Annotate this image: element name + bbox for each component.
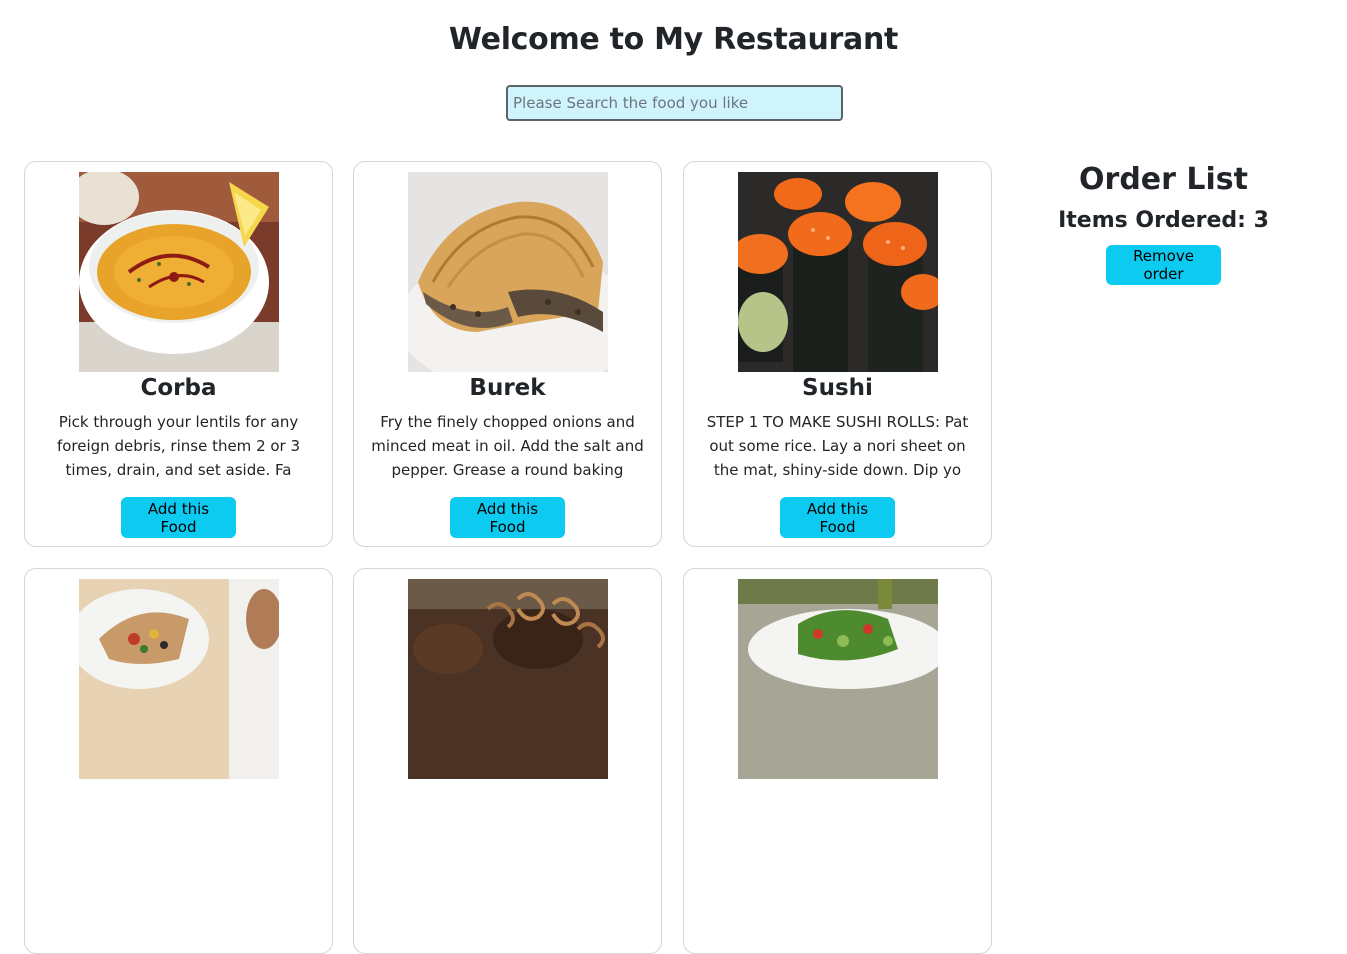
- food-card: [683, 568, 992, 954]
- food-card-corba: Corba Pick through your lentils for any …: [24, 161, 333, 547]
- food-image-corba: [79, 172, 279, 372]
- food-name: Burek: [469, 375, 546, 401]
- remove-order-button[interactable]: Remove order: [1106, 245, 1221, 285]
- add-food-button[interactable]: Add this Food: [780, 497, 895, 538]
- food-description: Pick through your lentils for any foreig…: [56, 413, 301, 479]
- food-card-burek: Burek Fry the finely chopped onions and …: [353, 161, 662, 547]
- food-image: [408, 579, 608, 779]
- food-card-sushi: Sushi STEP 1 TO MAKE SUSHI ROLLS: Pat ou…: [683, 161, 992, 547]
- food-image: [738, 579, 938, 779]
- items-ordered-count: Items Ordered: 3: [1058, 208, 1269, 233]
- food-card: [353, 568, 662, 954]
- food-description: STEP 1 TO MAKE SUSHI ROLLS: Pat out some…: [706, 413, 969, 479]
- food-image-sushi: [738, 172, 938, 372]
- food-image-burek: [408, 172, 608, 372]
- food-image: [79, 579, 279, 779]
- food-description: Fry the finely chopped onions and minced…: [371, 413, 644, 479]
- add-food-button[interactable]: Add this Food: [450, 497, 565, 538]
- food-name: Corba: [140, 375, 217, 401]
- food-name: Sushi: [802, 375, 873, 401]
- search-input[interactable]: [506, 85, 843, 121]
- order-list-title: Order List: [1079, 162, 1248, 197]
- add-food-button[interactable]: Add this Food: [121, 497, 236, 538]
- food-card: [24, 568, 333, 954]
- page-title: Welcome to My Restaurant: [448, 22, 899, 57]
